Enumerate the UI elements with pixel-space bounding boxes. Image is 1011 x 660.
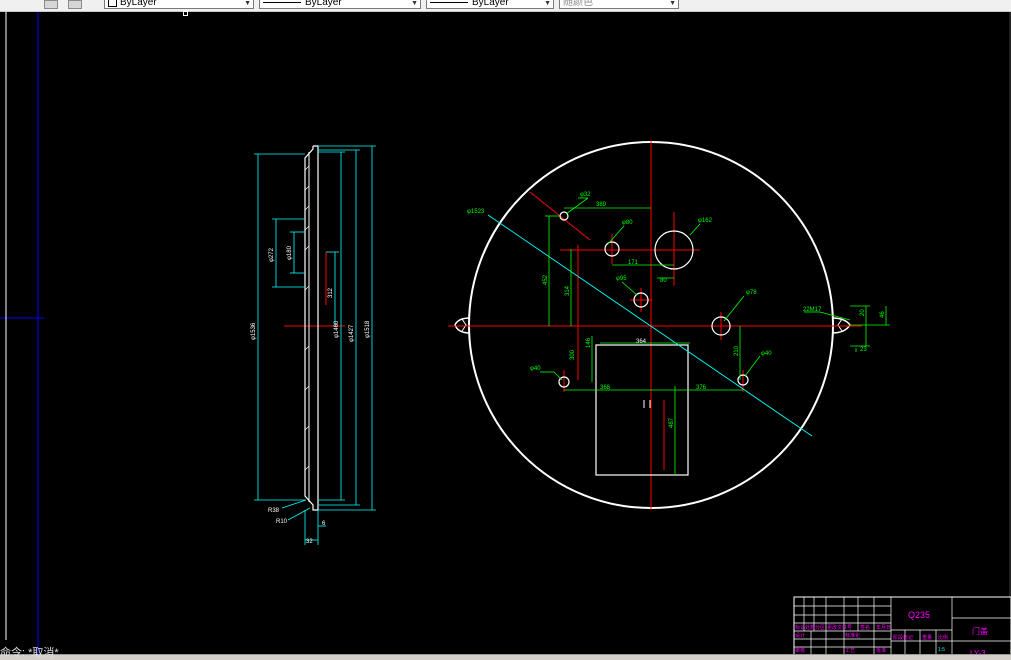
linetype-swatch-icon — [263, 1, 301, 3]
lineweight-swatch-icon — [430, 1, 468, 3]
layer-previous-button[interactable] — [68, 0, 82, 9]
command-line-text: 命令: *取消* — [0, 647, 59, 659]
dim-label: φ180 — [287, 245, 293, 260]
dim-label: 364 — [636, 339, 647, 345]
rect-opening — [595, 344, 689, 476]
color-combo[interactable]: ByLayer ▼ — [104, 0, 254, 9]
title-row-label: 年月日 — [876, 624, 891, 631]
title-row-label: 标记 — [795, 624, 805, 631]
title-row-label: 签名 — [860, 624, 870, 631]
dim-label: 314 — [565, 285, 571, 296]
title-row-label-2: 设计 — [795, 632, 805, 639]
plotstyle-combo[interactable]: 随颜色 ▼ — [559, 0, 679, 9]
chevron-down-icon: ▼ — [669, 0, 676, 7]
title-col-label: 阶段标记 — [893, 634, 913, 641]
title-row-label-2: 标准化 — [845, 632, 860, 639]
dim-label: 210 — [734, 345, 740, 356]
dim-label: 80 — [660, 278, 667, 284]
dim-label: φ80 — [622, 220, 633, 226]
dim-label: 146 — [586, 337, 592, 348]
linetype-combo[interactable]: ByLayer ▼ — [259, 0, 421, 9]
dim-label: φ32 — [580, 192, 591, 198]
side-view: φ1536 φ272 φ180 312 φ1460 φ1427 φ1518 R3… — [251, 145, 376, 545]
dim-label: φ1518 — [365, 320, 371, 338]
properties-toolbar: ByLayer ▼ ByLayer ▼ ByLayer ▼ 随颜色 ▼ — [0, 0, 1011, 12]
material-text: Q235 — [908, 610, 930, 620]
dim-label: φ162 — [698, 218, 713, 224]
title-col-label: 比例 — [938, 634, 948, 641]
dim-label: φ1427 — [349, 324, 355, 342]
title-col-label: 重量 — [922, 634, 932, 641]
chevron-down-icon: ▼ — [411, 0, 418, 7]
dim-label: 452 — [543, 274, 549, 285]
dim-label: φ40 — [530, 366, 541, 372]
dim-label: 300 — [570, 349, 576, 360]
title-row-label-2: 批准 — [876, 647, 886, 654]
dim-label: 487 — [669, 417, 675, 428]
title-block: 标记 处数 分区 更改文件号 签名 年月日 设计 标准化 审核 工艺 批准 阶段… — [793, 596, 1011, 658]
dim-label: 32 — [306, 539, 313, 545]
color-swatch-icon — [108, 0, 117, 7]
dim-label: φ272 — [269, 247, 275, 262]
dim-label: 23 — [860, 347, 867, 353]
dim-label: 171 — [628, 260, 639, 266]
title-row-label: 更改文件号 — [827, 624, 852, 631]
drawing-canvas[interactable]: φ1536 φ272 φ180 312 φ1460 φ1427 φ1518 R3… — [0, 12, 1011, 658]
dim-label: 376 — [696, 385, 707, 391]
dim-label: 20 — [860, 309, 866, 316]
dim-label: φ1460 — [334, 320, 340, 338]
side-plate-outline — [304, 145, 319, 511]
status-bar — [0, 654, 1011, 660]
title-row-label: 分区 — [815, 624, 825, 631]
dim-label: 368 — [600, 385, 611, 391]
front-view: φ1523 φ32 389 φ80 φ162 171 80 φ95 452 31… — [448, 140, 890, 510]
lineweight-combo[interactable]: ByLayer ▼ — [426, 0, 554, 9]
dim-label: φ95 — [616, 276, 627, 282]
part-name-text: 门盖 — [972, 626, 988, 636]
layer-state-button[interactable] — [44, 0, 58, 9]
dim-label: 312 — [328, 287, 334, 298]
dim-label: 22M17 — [803, 307, 822, 313]
dim-label: 389 — [596, 202, 607, 208]
chevron-down-icon: ▼ — [244, 0, 251, 7]
dim-label: R38 — [268, 508, 280, 514]
title-row-label: 处数 — [805, 624, 815, 631]
dim-label: 46 — [880, 311, 886, 318]
dim-label: φ40 — [761, 351, 772, 357]
chevron-down-icon: ▼ — [544, 0, 551, 7]
dim-label: R10 — [276, 519, 288, 525]
scale-value: 1:5 — [938, 647, 945, 653]
dim-label: φ1523 — [467, 209, 485, 215]
title-row-label-2: 审核 — [795, 647, 805, 654]
dim-label: φ1536 — [251, 322, 257, 340]
dim-label: φ78 — [746, 290, 757, 296]
